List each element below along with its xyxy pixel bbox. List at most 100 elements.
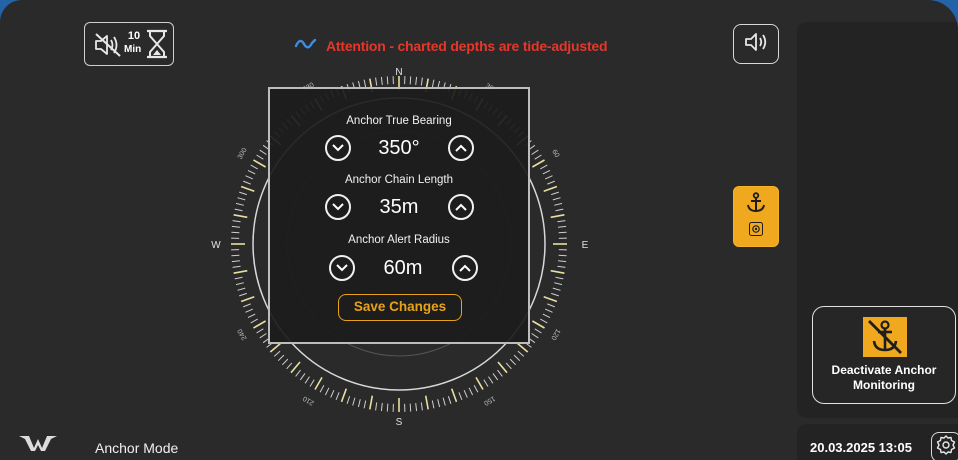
compass-tick [557,265,566,268]
compass-tick [531,320,545,329]
settings-button[interactable] [931,432,958,460]
compass-tick [475,376,484,390]
radius-decrease-button[interactable] [329,255,355,281]
anchor-icon [745,192,767,219]
bearing-increase-button[interactable] [448,135,474,161]
compass-tick [234,208,243,212]
brand-logo-icon [16,431,60,458]
compass-tick [557,220,566,223]
chevron-up-icon [455,139,467,157]
compass-tick [554,282,563,286]
compass-tick [513,354,521,362]
compass-tick [335,392,340,400]
datetime: 20.03.2025 13:05 [810,440,912,455]
volume-button[interactable] [733,24,779,64]
compass-tick [304,376,310,384]
compass-tick [259,333,267,339]
compass-tick [233,269,248,274]
compass-tick [415,76,418,85]
mode-label: Anchor Mode [95,440,179,456]
save-changes-button[interactable]: Save Changes [338,294,462,321]
compass-tick [380,76,383,85]
compass-tick [558,225,567,228]
compass-tick [240,185,255,193]
compass-tick [237,197,246,201]
compass-e: E [582,240,589,251]
compass-tick [357,399,361,408]
bearing-decrease-button[interactable] [325,135,351,161]
compass-tick [237,287,246,291]
compass-tick [497,369,503,377]
mute-10-min-button[interactable]: 10 Min [84,22,174,66]
deactivate-anchor-monitoring-button[interactable]: Deactivate Anchor Monitoring [812,306,956,404]
volume-icon [743,31,769,58]
deactivate-label: Deactivate Anchor Monitoring [813,363,955,393]
chain-label: Anchor Chain Length [344,174,454,186]
radius-label: Anchor Alert Radius [348,234,450,246]
mute-minutes: 10 [127,30,141,42]
compass-tick [299,373,306,381]
anchor-status-button[interactable] [733,186,779,247]
deactivate-label-line2: Monitoring [853,378,915,392]
settings-badge-icon [749,222,763,241]
compass-tick [240,295,255,303]
compass-tick [516,342,529,353]
bearing-label: Anchor True Bearing [346,115,452,127]
compass-tick [232,220,241,223]
compass-tick [239,191,247,196]
hourglass-icon [145,29,169,64]
compass-tick [256,154,264,160]
compass-tick [552,197,561,201]
compass-tick [447,396,452,404]
attention-text: Attention - charted depths are tide-adju… [326,38,608,54]
compass-s: S [396,417,403,428]
compass-tick [509,358,517,366]
radius-increase-button[interactable] [452,255,478,281]
compass-tick [437,399,441,408]
compass-tick [234,276,243,280]
compass-tick [442,397,446,406]
compass-tick [540,164,548,170]
compass-degree-label: 210 [302,394,316,406]
compass-tick [550,214,565,219]
compass-tick [243,303,251,308]
compass-tick [409,76,412,85]
compass-tick [250,164,258,170]
compass-tick [340,388,348,403]
compass-tick [231,254,240,257]
tide-warning: Attention - charted depths are tide-adju… [294,35,608,58]
mute-unit: Min [124,44,142,55]
compass-tick [369,395,374,410]
chain-decrease-button[interactable] [325,194,351,220]
tide-icon [294,35,318,58]
compass-tick [554,202,563,206]
compass-tick [543,185,558,193]
mute-icon [93,32,123,63]
compass-tick [250,318,258,324]
compass-tick [269,342,282,353]
compass-tick [534,328,542,334]
compass-tick [497,361,508,374]
bearing-value: 350° [378,137,420,159]
compass-n: N [395,67,402,78]
compass-tick [247,169,256,175]
compass-tick [259,149,267,155]
chain-value: 35m [379,196,419,218]
chevron-down-icon [332,139,344,157]
compass-tick [330,389,335,398]
compass-tick [540,318,548,324]
compass-degree-label: 60 [550,149,560,159]
compass-tick [542,169,551,175]
compass-tick [473,385,479,393]
compass-tick [309,379,315,387]
chain-increase-button[interactable] [448,194,474,220]
compass-tick [558,260,567,263]
compass-tick [544,175,553,180]
compass-tick [243,180,251,185]
compass-tick [352,397,356,406]
compass-tick [543,295,558,303]
compass-tick [558,254,567,257]
compass-tick [273,350,281,357]
compass-tick [245,308,254,313]
compass-tick [253,320,267,329]
